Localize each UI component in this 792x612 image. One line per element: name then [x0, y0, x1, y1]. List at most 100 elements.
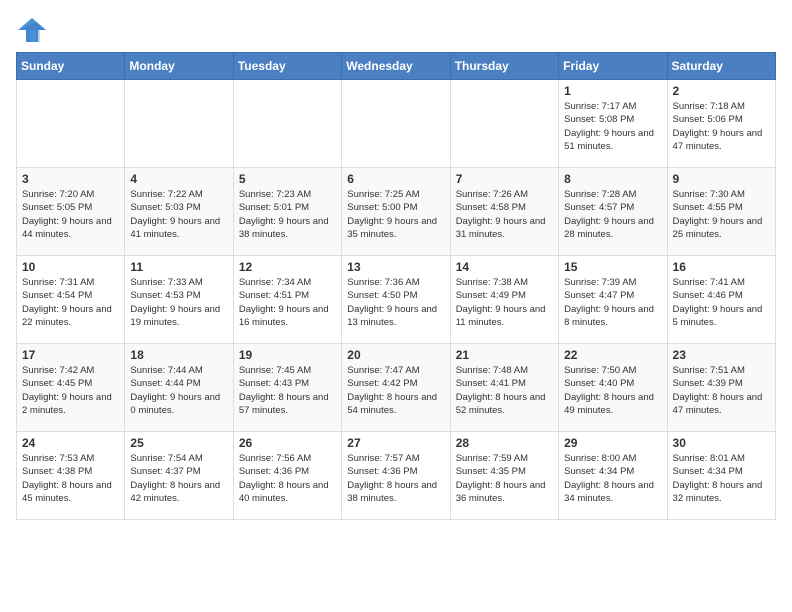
header [16, 16, 776, 44]
calendar-cell [342, 80, 450, 168]
day-detail: Sunrise: 7:44 AM Sunset: 4:44 PM Dayligh… [130, 364, 227, 417]
day-of-week-header: Friday [559, 53, 667, 80]
day-detail: Sunrise: 7:47 AM Sunset: 4:42 PM Dayligh… [347, 364, 444, 417]
day-number: 2 [673, 84, 770, 98]
day-detail: Sunrise: 7:57 AM Sunset: 4:36 PM Dayligh… [347, 452, 444, 505]
day-detail: Sunrise: 7:31 AM Sunset: 4:54 PM Dayligh… [22, 276, 119, 329]
calendar-cell: 24 Sunrise: 7:53 AM Sunset: 4:38 PM Dayli… [17, 432, 125, 520]
calendar-cell [233, 80, 341, 168]
day-detail: Sunrise: 7:28 AM Sunset: 4:57 PM Dayligh… [564, 188, 661, 241]
day-detail: Sunrise: 7:23 AM Sunset: 5:01 PM Dayligh… [239, 188, 336, 241]
day-detail: Sunrise: 7:34 AM Sunset: 4:51 PM Dayligh… [239, 276, 336, 329]
logo [16, 16, 52, 44]
calendar-cell: 6 Sunrise: 7:25 AM Sunset: 5:00 PM Daylig… [342, 168, 450, 256]
calendar-cell: 15 Sunrise: 7:39 AM Sunset: 4:47 PM Dayli… [559, 256, 667, 344]
calendar-cell: 27 Sunrise: 7:57 AM Sunset: 4:36 PM Dayli… [342, 432, 450, 520]
day-detail: Sunrise: 7:22 AM Sunset: 5:03 PM Dayligh… [130, 188, 227, 241]
calendar-cell: 9 Sunrise: 7:30 AM Sunset: 4:55 PM Daylig… [667, 168, 775, 256]
day-detail: Sunrise: 7:38 AM Sunset: 4:49 PM Dayligh… [456, 276, 553, 329]
day-of-week-header: Monday [125, 53, 233, 80]
day-detail: Sunrise: 7:18 AM Sunset: 5:06 PM Dayligh… [673, 100, 770, 153]
day-number: 15 [564, 260, 661, 274]
day-number: 16 [673, 260, 770, 274]
calendar-cell: 10 Sunrise: 7:31 AM Sunset: 4:54 PM Dayli… [17, 256, 125, 344]
day-detail: Sunrise: 7:41 AM Sunset: 4:46 PM Dayligh… [673, 276, 770, 329]
calendar-cell [17, 80, 125, 168]
day-number: 24 [22, 436, 119, 450]
day-number: 18 [130, 348, 227, 362]
day-detail: Sunrise: 7:56 AM Sunset: 4:36 PM Dayligh… [239, 452, 336, 505]
calendar-cell: 30Sunrise: 8:01 AM Sunset: 4:34 PM Dayli… [667, 432, 775, 520]
calendar-cell: 19 Sunrise: 7:45 AM Sunset: 4:43 PM Dayli… [233, 344, 341, 432]
calendar-cell: 14 Sunrise: 7:38 AM Sunset: 4:49 PM Dayli… [450, 256, 558, 344]
calendar-cell: 22 Sunrise: 7:50 AM Sunset: 4:40 PM Dayli… [559, 344, 667, 432]
day-detail: Sunrise: 8:01 AM Sunset: 4:34 PM Dayligh… [673, 452, 770, 505]
day-number: 10 [22, 260, 119, 274]
day-of-week-header: Thursday [450, 53, 558, 80]
calendar-week-row: 1Sunrise: 7:17 AM Sunset: 5:08 PM Daylig… [17, 80, 776, 168]
calendar-cell: 13Sunrise: 7:36 AM Sunset: 4:50 PM Dayli… [342, 256, 450, 344]
calendar-week-row: 24 Sunrise: 7:53 AM Sunset: 4:38 PM Dayli… [17, 432, 776, 520]
calendar-cell: 23 Sunrise: 7:51 AM Sunset: 4:39 PM Dayli… [667, 344, 775, 432]
calendar-cell: 2 Sunrise: 7:18 AM Sunset: 5:06 PM Daylig… [667, 80, 775, 168]
day-number: 5 [239, 172, 336, 186]
day-detail: Sunrise: 7:59 AM Sunset: 4:35 PM Dayligh… [456, 452, 553, 505]
day-number: 3 [22, 172, 119, 186]
day-number: 1 [564, 84, 661, 98]
day-detail: Sunrise: 7:45 AM Sunset: 4:43 PM Dayligh… [239, 364, 336, 417]
day-number: 7 [456, 172, 553, 186]
day-detail: Sunrise: 7:42 AM Sunset: 4:45 PM Dayligh… [22, 364, 119, 417]
day-of-week-header: Tuesday [233, 53, 341, 80]
day-number: 13 [347, 260, 444, 274]
calendar-cell: 11Sunrise: 7:33 AM Sunset: 4:53 PM Dayli… [125, 256, 233, 344]
day-number: 23 [673, 348, 770, 362]
logo-icon [16, 16, 48, 44]
calendar-cell: 21 Sunrise: 7:48 AM Sunset: 4:41 PM Dayli… [450, 344, 558, 432]
day-detail: Sunrise: 7:50 AM Sunset: 4:40 PM Dayligh… [564, 364, 661, 417]
calendar-cell: 1Sunrise: 7:17 AM Sunset: 5:08 PM Daylig… [559, 80, 667, 168]
calendar-cell [450, 80, 558, 168]
day-detail: Sunrise: 7:26 AM Sunset: 4:58 PM Dayligh… [456, 188, 553, 241]
day-number: 22 [564, 348, 661, 362]
day-detail: Sunrise: 7:25 AM Sunset: 5:00 PM Dayligh… [347, 188, 444, 241]
day-number: 27 [347, 436, 444, 450]
day-number: 20 [347, 348, 444, 362]
calendar-week-row: 17 Sunrise: 7:42 AM Sunset: 4:45 PM Dayli… [17, 344, 776, 432]
day-detail: Sunrise: 7:30 AM Sunset: 4:55 PM Dayligh… [673, 188, 770, 241]
day-number: 9 [673, 172, 770, 186]
calendar-cell: 5 Sunrise: 7:23 AM Sunset: 5:01 PM Daylig… [233, 168, 341, 256]
calendar-cell: 25Sunrise: 7:54 AM Sunset: 4:37 PM Dayli… [125, 432, 233, 520]
day-number: 17 [22, 348, 119, 362]
calendar-cell: 26 Sunrise: 7:56 AM Sunset: 4:36 PM Dayli… [233, 432, 341, 520]
calendar-cell: 16 Sunrise: 7:41 AM Sunset: 4:46 PM Dayli… [667, 256, 775, 344]
day-detail: Sunrise: 7:48 AM Sunset: 4:41 PM Dayligh… [456, 364, 553, 417]
calendar-cell: 29Sunrise: 8:00 AM Sunset: 4:34 PM Dayli… [559, 432, 667, 520]
day-number: 21 [456, 348, 553, 362]
day-of-week-header: Wednesday [342, 53, 450, 80]
calendar-cell: 18 Sunrise: 7:44 AM Sunset: 4:44 PM Dayli… [125, 344, 233, 432]
day-of-week-header: Sunday [17, 53, 125, 80]
day-detail: Sunrise: 7:53 AM Sunset: 4:38 PM Dayligh… [22, 452, 119, 505]
day-detail: Sunrise: 7:39 AM Sunset: 4:47 PM Dayligh… [564, 276, 661, 329]
calendar-cell [125, 80, 233, 168]
calendar-cell: 17 Sunrise: 7:42 AM Sunset: 4:45 PM Dayli… [17, 344, 125, 432]
calendar-cell: 12 Sunrise: 7:34 AM Sunset: 4:51 PM Dayli… [233, 256, 341, 344]
day-number: 14 [456, 260, 553, 274]
calendar-cell: 3 Sunrise: 7:20 AM Sunset: 5:05 PM Daylig… [17, 168, 125, 256]
day-detail: Sunrise: 7:51 AM Sunset: 4:39 PM Dayligh… [673, 364, 770, 417]
header-row: SundayMondayTuesdayWednesdayThursdayFrid… [17, 53, 776, 80]
day-detail: Sunrise: 8:00 AM Sunset: 4:34 PM Dayligh… [564, 452, 661, 505]
day-number: 11 [130, 260, 227, 274]
day-number: 4 [130, 172, 227, 186]
day-number: 12 [239, 260, 336, 274]
calendar-cell: 28Sunrise: 7:59 AM Sunset: 4:35 PM Dayli… [450, 432, 558, 520]
calendar-cell: 4 Sunrise: 7:22 AM Sunset: 5:03 PM Daylig… [125, 168, 233, 256]
day-number: 26 [239, 436, 336, 450]
calendar-table: SundayMondayTuesdayWednesdayThursdayFrid… [16, 52, 776, 520]
calendar-cell: 8Sunrise: 7:28 AM Sunset: 4:57 PM Daylig… [559, 168, 667, 256]
calendar-cell: 7 Sunrise: 7:26 AM Sunset: 4:58 PM Daylig… [450, 168, 558, 256]
day-detail: Sunrise: 7:20 AM Sunset: 5:05 PM Dayligh… [22, 188, 119, 241]
day-number: 25 [130, 436, 227, 450]
day-number: 6 [347, 172, 444, 186]
day-number: 19 [239, 348, 336, 362]
